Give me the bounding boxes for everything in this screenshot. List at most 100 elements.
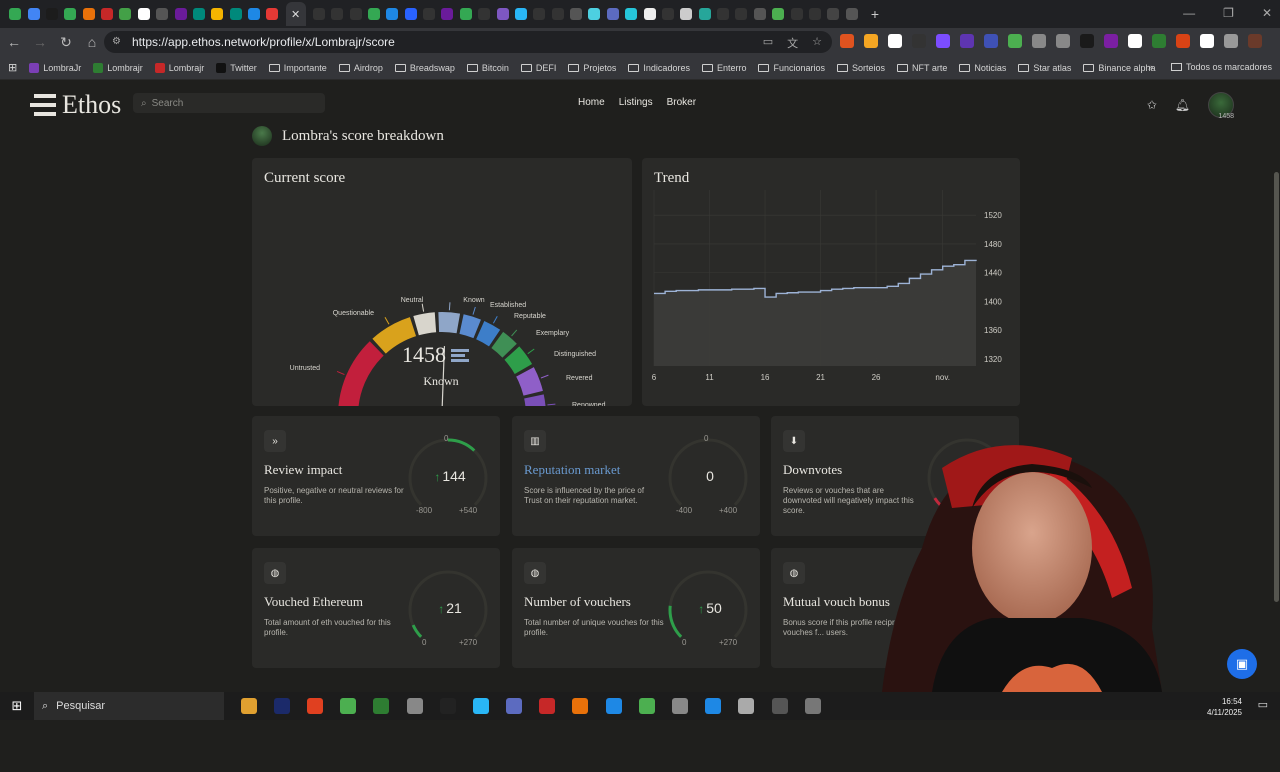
nav-listings[interactable]: Listings bbox=[619, 97, 653, 108]
browser-tab[interactable] bbox=[478, 8, 491, 20]
bookmark-item[interactable]: Sorteios bbox=[837, 63, 885, 73]
scrollbar[interactable] bbox=[1272, 160, 1280, 772]
browser-tab[interactable] bbox=[772, 8, 785, 20]
browser-tab[interactable] bbox=[496, 8, 509, 20]
bookmark-item[interactable]: Importante bbox=[268, 63, 327, 73]
taskbar-app-icon[interactable] bbox=[373, 698, 390, 714]
extension-icon[interactable] bbox=[1176, 34, 1190, 48]
browser-tab[interactable] bbox=[698, 8, 711, 20]
install-app-icon[interactable]: ▭ bbox=[763, 35, 773, 51]
browser-tab[interactable] bbox=[808, 8, 821, 20]
bookmark-item[interactable]: Funcionarios bbox=[758, 63, 825, 73]
nav-home[interactable]: Home bbox=[578, 97, 605, 108]
bookmark-item[interactable]: Breadswap bbox=[394, 63, 455, 73]
bookmark-item[interactable]: Star atlas bbox=[1018, 63, 1071, 73]
browser-tab[interactable] bbox=[137, 8, 150, 20]
translate-icon[interactable]: 文 bbox=[787, 35, 798, 51]
browser-tab[interactable] bbox=[156, 8, 169, 20]
browser-tab[interactable] bbox=[404, 8, 417, 20]
taskbar-app-icon[interactable] bbox=[240, 698, 257, 714]
extension-icon[interactable] bbox=[1128, 34, 1142, 48]
extension-icon[interactable] bbox=[960, 34, 974, 48]
back-icon[interactable]: ← bbox=[2, 34, 26, 50]
browser-tab[interactable] bbox=[753, 8, 766, 20]
browser-tab[interactable] bbox=[248, 8, 261, 20]
browser-tab[interactable] bbox=[735, 8, 748, 20]
taskbar-app-icon[interactable] bbox=[705, 698, 722, 714]
extension-icon[interactable] bbox=[1104, 34, 1118, 48]
bookmark-item[interactable]: NFT arte bbox=[897, 63, 947, 73]
extension-icon[interactable] bbox=[1224, 34, 1238, 48]
windows-start-icon[interactable]: ⊞ bbox=[0, 698, 34, 714]
all-bookmarks[interactable]: Todos os marcadores bbox=[1186, 62, 1272, 72]
ethos-logo[interactable]: Ethos bbox=[30, 90, 121, 120]
browser-tab[interactable] bbox=[386, 8, 399, 20]
bookmark-item[interactable]: DEFI bbox=[520, 63, 556, 73]
extension-icon[interactable] bbox=[1200, 34, 1214, 48]
browser-tab[interactable] bbox=[27, 8, 40, 20]
taskbar-app-icon[interactable] bbox=[340, 698, 357, 714]
browser-tab[interactable] bbox=[119, 8, 132, 20]
extension-icon[interactable] bbox=[1056, 34, 1070, 48]
browser-tab[interactable] bbox=[570, 8, 583, 20]
browser-tab[interactable] bbox=[606, 8, 619, 20]
browser-tab[interactable] bbox=[349, 8, 362, 20]
browser-tab[interactable] bbox=[625, 8, 638, 20]
taskbar-app-icon[interactable] bbox=[804, 698, 821, 714]
extension-icon[interactable] bbox=[912, 34, 926, 48]
bookmark-item[interactable]: Lombrajr bbox=[154, 62, 204, 73]
taskbar-app-icon[interactable] bbox=[771, 698, 788, 714]
browser-tab[interactable] bbox=[588, 8, 601, 20]
minimize-icon[interactable]: — bbox=[1183, 6, 1195, 20]
restore-icon[interactable]: ❐ bbox=[1223, 6, 1234, 20]
new-tab-icon[interactable]: + bbox=[871, 6, 879, 22]
browser-tab[interactable] bbox=[459, 8, 472, 20]
browser-tab[interactable] bbox=[717, 8, 730, 20]
taskbar-app-icon[interactable] bbox=[672, 698, 689, 714]
taskbar-app-icon[interactable] bbox=[638, 698, 655, 714]
browser-tab[interactable] bbox=[680, 8, 693, 20]
browser-tab[interactable] bbox=[827, 8, 840, 20]
system-clock[interactable]: 16:54 4/11/2025 bbox=[1207, 696, 1242, 718]
forward-icon[interactable]: → bbox=[28, 34, 52, 50]
browser-tab[interactable] bbox=[312, 8, 325, 20]
browser-tab[interactable] bbox=[643, 8, 656, 20]
site-info-icon[interactable]: ⚙ bbox=[112, 36, 124, 48]
browser-tab[interactable] bbox=[790, 8, 803, 20]
bookmark-item[interactable]: Indicadores bbox=[628, 63, 690, 73]
browser-tab[interactable] bbox=[64, 8, 77, 20]
browser-tab[interactable] bbox=[266, 8, 279, 20]
browser-tab[interactable] bbox=[192, 8, 205, 20]
extension-icon[interactable] bbox=[1248, 34, 1262, 48]
extension-icon[interactable] bbox=[1080, 34, 1094, 48]
browser-tab[interactable] bbox=[174, 8, 187, 20]
extension-icon[interactable] bbox=[1032, 34, 1046, 48]
browser-tab[interactable] bbox=[367, 8, 380, 20]
taskbar-app-icon[interactable] bbox=[439, 698, 456, 714]
taskbar-app-icon[interactable] bbox=[273, 698, 290, 714]
reload-icon[interactable]: ↻ bbox=[54, 34, 78, 51]
bookmark-item[interactable]: LombraJr bbox=[29, 62, 81, 73]
bookmark-item[interactable]: Noticias bbox=[959, 63, 1006, 73]
apps-icon[interactable]: ⊞ bbox=[8, 61, 17, 74]
taskbar-app-icon[interactable] bbox=[472, 698, 489, 714]
taskbar-app-icon[interactable] bbox=[539, 698, 556, 714]
more-bookmarks-icon[interactable]: » bbox=[1148, 62, 1153, 72]
taskbar-app-icon[interactable] bbox=[406, 698, 423, 714]
bookmark-item[interactable]: Enterro bbox=[701, 63, 746, 73]
taskbar-app-icon[interactable] bbox=[738, 698, 755, 714]
browser-tab[interactable] bbox=[331, 8, 344, 20]
browser-tab[interactable] bbox=[9, 8, 22, 20]
bookmark-item[interactable]: Lombrajr bbox=[93, 62, 143, 73]
card-title[interactable]: Reputation market bbox=[524, 462, 620, 478]
browser-tab[interactable] bbox=[82, 8, 95, 20]
extension-icon[interactable] bbox=[984, 34, 998, 48]
browser-tab[interactable] bbox=[441, 8, 454, 20]
browser-tab[interactable] bbox=[551, 8, 564, 20]
taskbar-app-icon[interactable] bbox=[572, 698, 589, 714]
browser-tab[interactable] bbox=[423, 8, 436, 20]
taskbar-search[interactable]: ⌕ Pesquisar bbox=[34, 692, 224, 720]
bookmark-item[interactable]: Bitcoin bbox=[466, 63, 509, 73]
extension-icon[interactable] bbox=[1008, 34, 1022, 48]
bookmark-star-icon[interactable]: ☆ bbox=[812, 35, 822, 51]
